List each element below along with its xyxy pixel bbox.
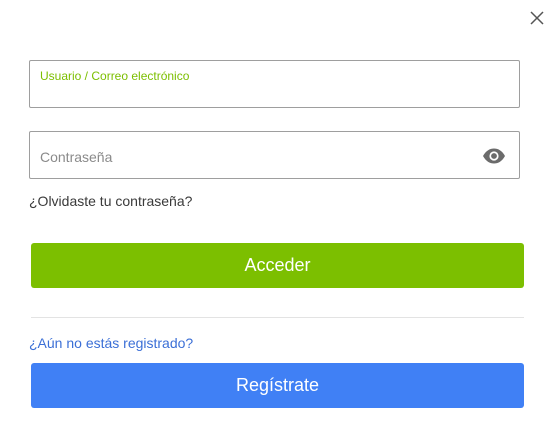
username-input[interactable] — [40, 85, 500, 103]
eye-icon[interactable] — [482, 146, 506, 166]
register-button[interactable]: Regístrate — [31, 363, 524, 408]
password-field[interactable] — [29, 131, 520, 179]
username-label: Usuario / Correo electrónico — [40, 69, 190, 83]
register-prompt-link[interactable]: ¿Aún no estás registrado? — [29, 335, 193, 351]
password-input[interactable] — [40, 146, 470, 168]
divider — [31, 317, 524, 318]
username-field[interactable]: Usuario / Correo electrónico — [29, 60, 520, 108]
forgot-password-link[interactable]: ¿Olvidaste tu contraseña? — [29, 193, 192, 209]
login-button[interactable]: Acceder — [31, 243, 524, 288]
close-icon[interactable] — [528, 9, 546, 27]
